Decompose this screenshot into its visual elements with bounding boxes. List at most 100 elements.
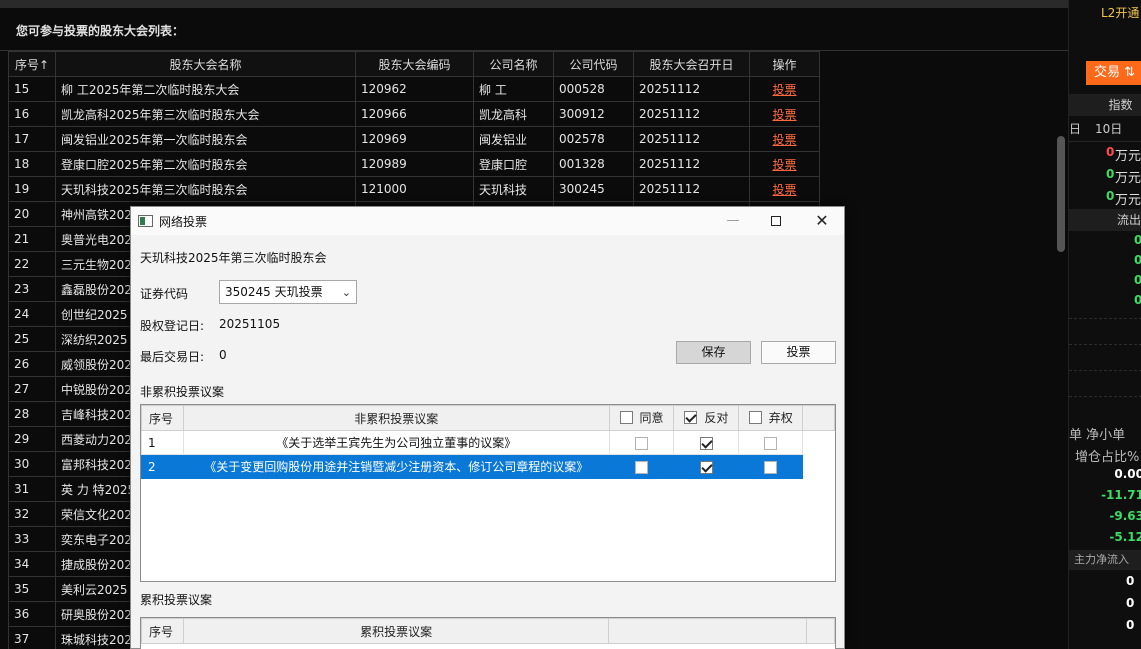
row-gutter bbox=[802, 430, 835, 455]
table-row[interactable]: 19 天玑科技2025年第三次临时股东会 121000 天玑科技 300245 20251… bbox=[8, 176, 820, 202]
l2-open-link[interactable]: L2开通 bbox=[1101, 4, 1139, 21]
dialog-titlebar[interactable]: 网络投票 — ✕ bbox=[131, 207, 844, 235]
vertical-scrollbar[interactable] bbox=[1057, 136, 1065, 252]
col-header-index: 序号 bbox=[141, 405, 184, 431]
vote-link[interactable]: 投票 bbox=[772, 158, 796, 172]
stock-code-cell: 001328 bbox=[553, 151, 634, 177]
save-button[interactable]: 保存 bbox=[676, 341, 751, 364]
vote-link[interactable]: 投票 bbox=[772, 133, 796, 147]
table-row[interactable]: 15 柳 工2025年第二次临时股东大会 120962 柳 工 000528 202511… bbox=[8, 76, 820, 102]
company-cell: 闽发铝业 bbox=[473, 126, 554, 152]
meeting-code-cell: 120989 bbox=[355, 151, 474, 177]
oppose-checkbox[interactable] bbox=[699, 436, 713, 450]
ratio-row: -11.71 bbox=[1069, 488, 1141, 508]
main-inflow-row: 0 bbox=[1069, 574, 1141, 594]
vote-link[interactable]: 投票 bbox=[772, 183, 796, 197]
table-row[interactable]: 17 闽发铝业2025年第一次临时股东会 120969 闽发铝业 002578 20251… bbox=[8, 126, 820, 152]
stock-code-cell: 000528 bbox=[553, 76, 634, 102]
outflow-row: 0 bbox=[1069, 253, 1141, 273]
meeting-date-cell: 20251112 bbox=[633, 76, 750, 102]
amount-unit: 万元 bbox=[1115, 171, 1141, 186]
period-tab-day[interactable]: 日 bbox=[1069, 117, 1081, 141]
proposal-row[interactable]: 1 《关于选举王宾先生为公司独立董事的议案》 bbox=[141, 430, 835, 455]
divider bbox=[1069, 318, 1141, 319]
company-cell: 凯龙高科 bbox=[473, 101, 554, 127]
main-inflow-row: 0 bbox=[1069, 596, 1141, 616]
main-inflow-value: 0 bbox=[1126, 618, 1135, 632]
outflow-value: 0 bbox=[1134, 233, 1141, 247]
meeting-name: 天玑科技2025年第三次临时股东会 bbox=[140, 251, 327, 265]
proposal-abstain-cell bbox=[738, 454, 804, 479]
col-header-meeting-name: 股东大会名称 bbox=[55, 51, 356, 77]
table-row[interactable]: 18 登康口腔2025年第二次临时股东会 120989 登康口腔 001328 20251… bbox=[8, 151, 820, 177]
meeting-date-cell: 20251112 bbox=[633, 176, 750, 202]
registration-date-value: 20251105 bbox=[219, 317, 281, 331]
proposal-index: 1 bbox=[141, 430, 184, 455]
abstain-all-checkbox[interactable] bbox=[748, 411, 762, 424]
meeting-code-cell: 120969 bbox=[355, 126, 474, 152]
trade-button[interactable]: 交易 ⇅ bbox=[1086, 61, 1141, 85]
meeting-code-cell: 121000 bbox=[355, 176, 474, 202]
row-index: 20 bbox=[8, 201, 56, 227]
table-row[interactable]: 16 凯龙高科2025年第三次临时股东大会 120966 凯龙高科 300912 2025… bbox=[8, 101, 820, 127]
proposal-abstain-cell bbox=[738, 430, 804, 455]
maximize-button[interactable] bbox=[761, 210, 791, 232]
meeting-date-cell: 20251112 bbox=[633, 101, 750, 127]
period-tab-10day[interactable]: 10日 bbox=[1095, 117, 1122, 141]
oppose-checkbox[interactable] bbox=[699, 460, 713, 474]
vote-button[interactable]: 投票 bbox=[761, 341, 836, 364]
row-index: 30 bbox=[8, 451, 56, 477]
noncumulative-section-label: 非累积投票议案 bbox=[140, 385, 225, 399]
row-index: 36 bbox=[8, 601, 56, 627]
col-header-agree[interactable]: 同意 bbox=[608, 405, 675, 431]
agree-all-checkbox[interactable] bbox=[619, 411, 633, 424]
meeting-code-cell: 120966 bbox=[355, 101, 474, 127]
security-code-select[interactable]: 350245 天玑投票 ⌄ bbox=[219, 280, 357, 304]
row-index: 17 bbox=[8, 126, 56, 152]
row-index: 35 bbox=[8, 576, 56, 602]
row-index: 28 bbox=[8, 401, 56, 427]
row-index: 21 bbox=[8, 226, 56, 252]
agree-checkbox[interactable] bbox=[635, 460, 649, 474]
row-index: 33 bbox=[8, 526, 56, 552]
row-index: 24 bbox=[8, 301, 56, 327]
action-cell: 投票 bbox=[749, 101, 820, 127]
main-inflow-header: 主力净流入 bbox=[1069, 550, 1141, 570]
noncumulative-table: 序号 非累积投票议案 同意 反对 弃权 1 《关于选举王宾先生为公司独立董事的议案… bbox=[141, 405, 835, 479]
abstain-checkbox[interactable] bbox=[764, 460, 778, 474]
security-code-value: 350245 天玑投票 bbox=[225, 285, 323, 299]
dialog-title: 网络投票 bbox=[159, 215, 208, 229]
minimize-button[interactable]: — bbox=[718, 210, 748, 232]
oppose-all-checkbox[interactable] bbox=[684, 411, 698, 424]
col-header-proposal: 累积投票议案 bbox=[182, 618, 610, 644]
close-button[interactable]: ✕ bbox=[807, 210, 837, 232]
last-trade-date-label: 最后交易日: bbox=[140, 350, 205, 364]
row-index: 37 bbox=[8, 626, 56, 649]
proposal-row[interactable]: 2 《关于变更回购股份用途并注销暨减少注册资本、修订公司章程的议案》 bbox=[141, 454, 835, 479]
amount-value: 0 bbox=[1106, 189, 1115, 203]
action-cell: 投票 bbox=[749, 176, 820, 202]
col-header-index[interactable]: 序号↑ bbox=[8, 51, 56, 77]
amount-row: 0 万元 bbox=[1069, 145, 1141, 165]
maximize-icon bbox=[771, 215, 781, 226]
ratio-value: -9.63 bbox=[1109, 509, 1141, 523]
abstain-checkbox[interactable] bbox=[764, 436, 778, 450]
col-header-abstain[interactable]: 弃权 bbox=[738, 405, 804, 431]
vote-link[interactable]: 投票 bbox=[772, 83, 796, 97]
row-index: 32 bbox=[8, 501, 56, 527]
oppose-header-label: 反对 bbox=[704, 411, 729, 425]
proposal-title: 《关于选举王宾先生为公司独立董事的议案》 bbox=[182, 430, 610, 455]
main-inflow-row: 0 bbox=[1069, 618, 1141, 638]
outflow-row: 0 bbox=[1069, 233, 1141, 253]
index-header-label: 指数 bbox=[1108, 98, 1133, 112]
vote-link[interactable]: 投票 bbox=[772, 108, 796, 122]
row-index: 26 bbox=[8, 351, 56, 377]
amount-unit: 万元 bbox=[1115, 149, 1141, 164]
cumulative-table: 序号 累积投票议案 bbox=[141, 618, 835, 644]
col-header-action: 操作 bbox=[749, 51, 820, 77]
agree-checkbox[interactable] bbox=[635, 436, 649, 450]
outflow-header-label: 流出 bbox=[1117, 213, 1141, 227]
proposal-agree-cell bbox=[608, 430, 675, 455]
col-header-oppose[interactable]: 反对 bbox=[673, 405, 740, 431]
top-bar bbox=[0, 0, 1068, 8]
